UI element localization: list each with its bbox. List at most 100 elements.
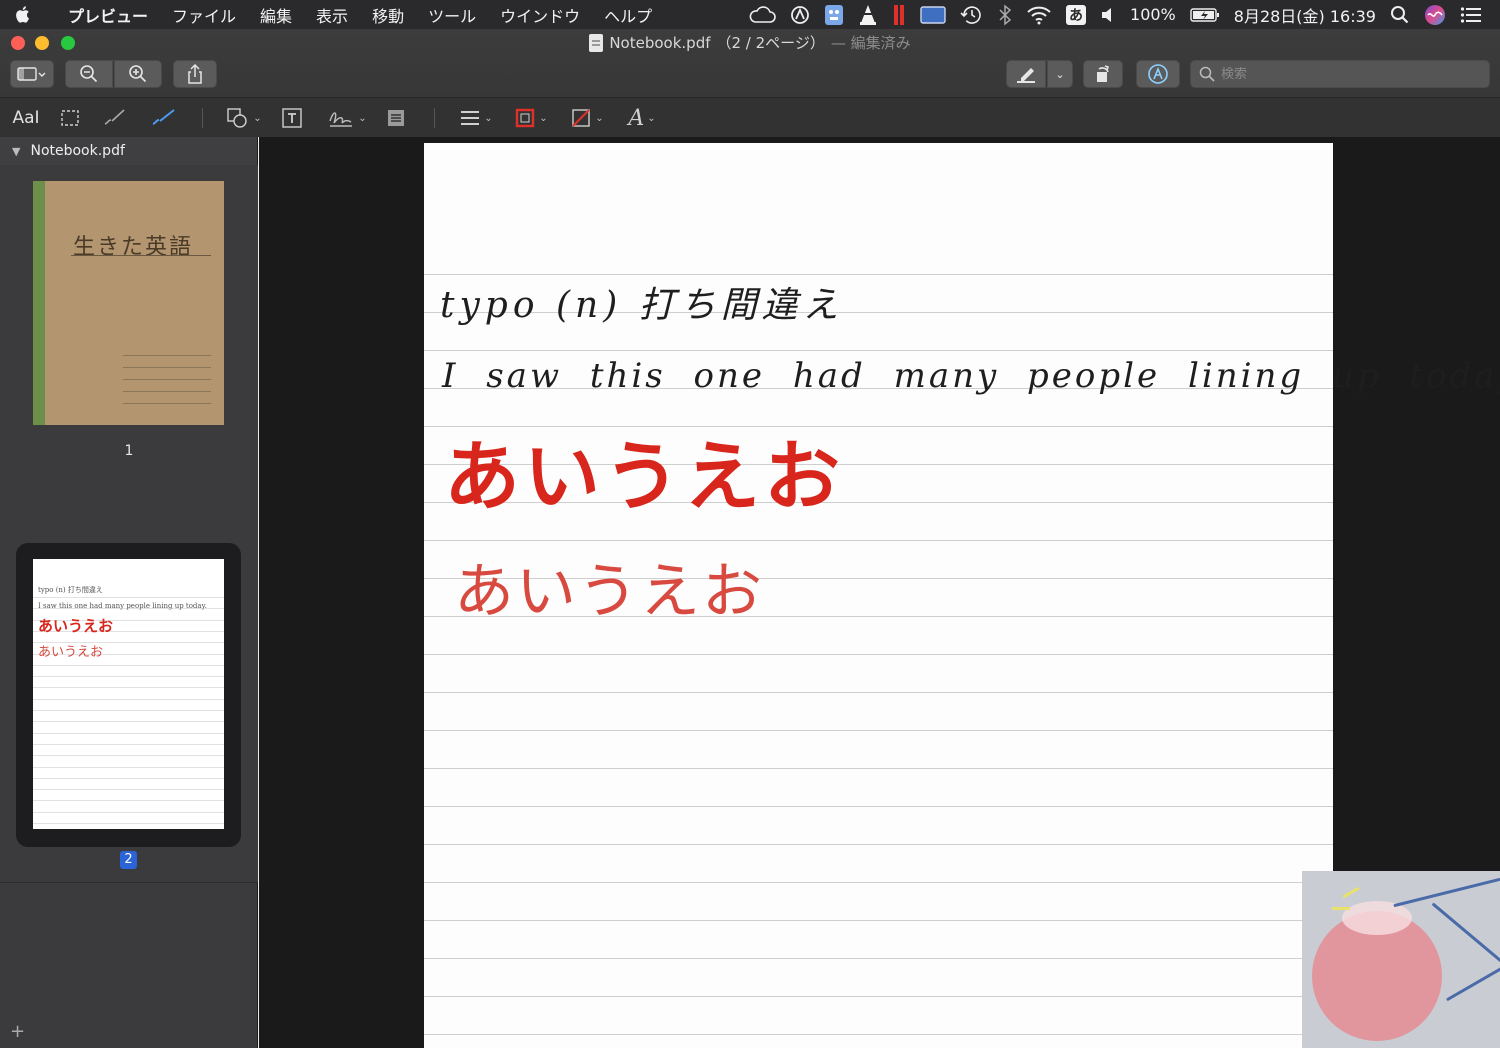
zoom-out-icon xyxy=(80,65,98,83)
sign-tool[interactable]: ⌄ xyxy=(324,104,370,132)
note-tool[interactable] xyxy=(384,104,408,132)
line-style-icon xyxy=(461,111,480,125)
battery-icon[interactable] xyxy=(1190,4,1220,26)
bluetooth-icon[interactable] xyxy=(998,3,1012,26)
page-thumbnail-1[interactable]: 生きた英語 xyxy=(33,181,224,425)
apple-menu-icon[interactable] xyxy=(0,0,44,29)
parallels-icon[interactable] xyxy=(892,4,906,26)
text-selection-tool[interactable]: AaI xyxy=(8,104,44,132)
menu-go[interactable]: 移動 xyxy=(360,3,416,27)
menu-clock[interactable]: 8月28日(金) 16:39 xyxy=(1234,3,1376,27)
battery-percentage: 100% xyxy=(1130,5,1176,24)
thumb-rule-line xyxy=(33,721,224,723)
text-box-tool[interactable] xyxy=(278,104,306,132)
cover-rule xyxy=(123,367,211,368)
shape-style-tool[interactable]: ⌄ xyxy=(456,104,496,132)
thumb-rule-line xyxy=(33,710,224,711)
thumb-typo-line: typo (n) 打ち間違え xyxy=(38,586,103,594)
menu-file[interactable]: ファイル xyxy=(160,3,248,27)
creative-cloud-icon[interactable] xyxy=(748,4,776,26)
menu-tools[interactable]: ツール xyxy=(416,3,488,27)
thumb-thin-kana-line: あいうえお xyxy=(38,645,104,660)
page-rule-line xyxy=(424,882,1333,883)
vlc-icon[interactable] xyxy=(858,4,878,26)
title-bar: Notebook.pdf （2 / 2ページ） — 編集済み ⌄ 検索 AaI … xyxy=(0,29,1500,137)
page-rule-line xyxy=(424,1034,1333,1035)
sketch-stroke xyxy=(1393,877,1500,908)
highlighter-icon xyxy=(1017,68,1035,83)
page-rule-line xyxy=(424,768,1333,769)
chevron-down-icon: ⌄ xyxy=(647,112,656,124)
rotate-button[interactable] xyxy=(1083,60,1123,88)
shapes-tool[interactable]: ⌄ xyxy=(224,104,264,132)
apple-illustration xyxy=(1302,871,1500,1048)
selection-rect-icon xyxy=(61,110,79,126)
menu-window[interactable]: ウインドウ xyxy=(488,3,592,27)
thumb-bold-kana-line: あいうえお xyxy=(38,617,114,635)
add-page-icon[interactable]: + xyxy=(10,1021,25,1042)
cover-title-underline xyxy=(71,255,211,256)
chevron-down-icon: ⌄ xyxy=(539,112,548,124)
text-style-tool[interactable]: A ⌄ xyxy=(622,104,662,132)
sidebar-toggle-button[interactable] xyxy=(10,60,54,88)
menu-edit[interactable]: 編集 xyxy=(248,3,304,27)
time-machine-icon[interactable] xyxy=(960,4,984,26)
sketch-tool[interactable] xyxy=(100,104,130,132)
sidebar-document-name: Notebook.pdf xyxy=(30,143,125,159)
pdf-document-icon[interactable] xyxy=(589,33,604,52)
window-page-info: （2 / 2ページ） xyxy=(716,34,825,52)
page-rule-line xyxy=(424,806,1333,807)
sparkle-mark xyxy=(1342,886,1360,899)
vpn-icon[interactable] xyxy=(790,4,810,26)
menu-app-name[interactable]: プレビュー xyxy=(44,3,160,27)
highlight-button[interactable] xyxy=(1006,60,1046,88)
thumb-rule-line xyxy=(33,676,224,678)
zoom-in-button[interactable] xyxy=(114,60,162,88)
spotlight-icon[interactable] xyxy=(1390,4,1410,26)
pdf-page[interactable]: typo (n) 打ち間違え I saw this one had many p… xyxy=(424,143,1500,1048)
search-field[interactable] xyxy=(1190,60,1490,88)
menu-bar: プレビュー ファイル 編集 表示 移動 ツール ウインドウ ヘルプ あ 100%… xyxy=(0,0,1500,29)
thumb-rule-line xyxy=(33,811,224,813)
sparkle-mark xyxy=(1332,907,1350,910)
draw-tool[interactable] xyxy=(148,104,180,132)
document-view[interactable]: typo (n) 打ち間違え I saw this one had many p… xyxy=(259,137,1500,1048)
menu-help[interactable]: ヘルプ xyxy=(592,3,664,27)
page-rule-line xyxy=(424,730,1333,731)
cover-rule xyxy=(123,403,211,404)
thumb-rule-line xyxy=(33,777,224,779)
app-icon[interactable] xyxy=(824,4,844,26)
thumb-sentence-line: I saw this one had many people lining up… xyxy=(38,602,207,610)
sidebar-icon xyxy=(17,67,46,81)
highlight-options-button[interactable]: ⌄ xyxy=(1047,60,1073,88)
volume-icon[interactable] xyxy=(1100,4,1116,26)
window-file-name: Notebook.pdf xyxy=(609,33,711,52)
wifi-icon[interactable] xyxy=(1026,4,1052,26)
chevron-down-icon: ⌄ xyxy=(358,112,367,124)
signature-icon xyxy=(329,112,353,127)
preview-window: Notebook.pdf （2 / 2ページ） — 編集済み ⌄ 検索 AaI … xyxy=(0,29,1500,1048)
notification-center-icon[interactable] xyxy=(1460,4,1482,26)
share-button[interactable] xyxy=(173,60,217,88)
page-rule-line xyxy=(424,958,1333,959)
chevron-down-icon: ⌄ xyxy=(1055,67,1065,81)
border-color-tool[interactable]: ⌄ xyxy=(510,104,552,132)
menu-view[interactable]: 表示 xyxy=(304,3,360,27)
zoom-out-button[interactable] xyxy=(65,60,113,88)
fill-color-tool[interactable]: ⌄ xyxy=(566,104,608,132)
sidebar-document-header[interactable]: ▼ Notebook.pdf xyxy=(0,137,257,165)
display-icon[interactable] xyxy=(920,4,946,26)
page-number-2: 2 xyxy=(120,851,137,869)
thumbnail-list: 生きた英語 1 typo (n) 打ち間違え I saw this one ha… xyxy=(0,165,258,883)
disclosure-triangle-icon[interactable]: ▼ xyxy=(12,145,20,158)
input-method-icon[interactable]: あ xyxy=(1066,4,1087,25)
rectangular-selection-tool[interactable] xyxy=(56,104,84,132)
draw-pen-icon xyxy=(152,109,175,125)
page-thumbnail-2[interactable]: typo (n) 打ち間違え I saw this one had many p… xyxy=(33,559,224,829)
window-edited-label[interactable]: — 編集済み xyxy=(831,32,911,53)
shapes-icon xyxy=(227,108,247,128)
markup-toolbar-button[interactable] xyxy=(1136,60,1180,88)
search-input[interactable] xyxy=(1221,66,1481,82)
chevron-down-icon: ⌄ xyxy=(484,112,493,124)
siri-icon[interactable] xyxy=(1424,4,1446,26)
